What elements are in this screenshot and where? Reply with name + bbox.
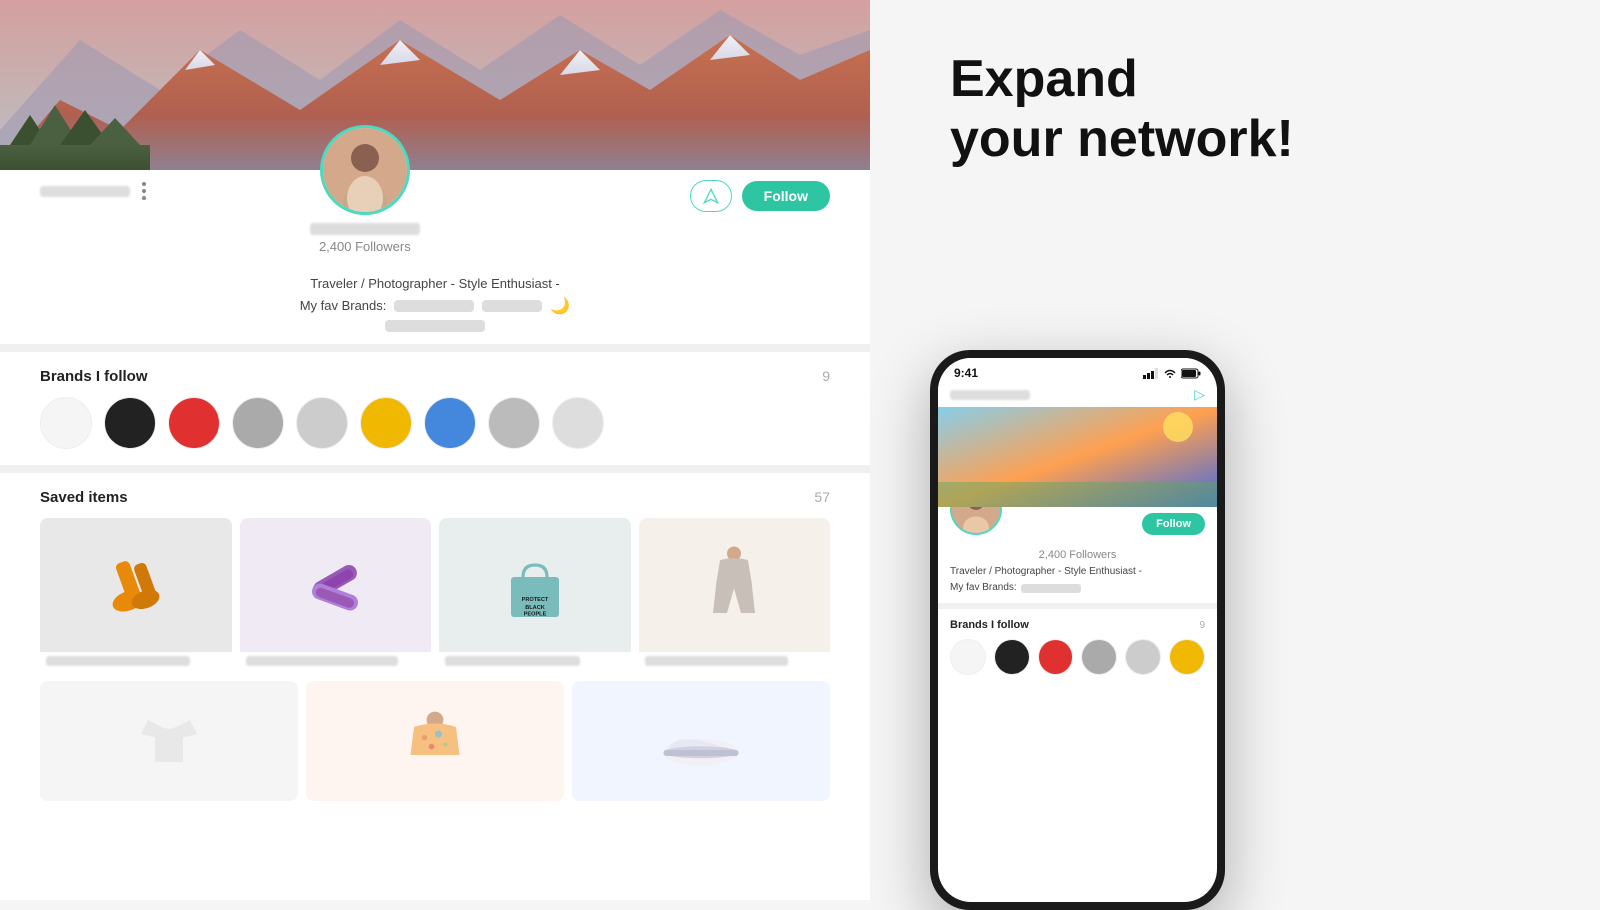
bio-line1: Traveler / Photographer - Style Enthusia… [40,274,830,294]
left-panel: 2,400 Followers Follow Traveler / Photog… [0,0,870,900]
profile-menu-area [40,180,148,202]
saved-item-clips[interactable] [240,518,432,673]
brands-title: Brands I follow [40,368,148,385]
phone-brand-2[interactable] [994,639,1030,675]
bio-brands-line: My fav Brands: 🌙 [40,296,830,316]
brands-count: 9 [822,368,830,384]
bio-brands-label: My fav Brands: [300,296,387,316]
phone-time: 9:41 [954,366,978,380]
saved-item-label-clips [240,652,432,673]
section-divider-1 [0,344,870,352]
brand-circle-7[interactable] [424,397,476,449]
phone-send-icon[interactable]: ▷ [1194,386,1205,403]
more-options-button[interactable] [140,180,148,202]
phone-status-bar: 9:41 [938,358,1217,384]
saved-count: 57 [814,489,830,505]
phone-bio: Traveler / Photographer - Style Enthusia… [938,565,1217,603]
cover-photo [0,0,870,170]
follow-button[interactable]: Follow [742,181,830,211]
phone-screen: 9:41 [938,358,1217,902]
phone-brands-area: Brands I follow 9 [938,609,1217,685]
brand-circle-3[interactable] [168,397,220,449]
section-divider-2 [0,465,870,473]
phone-brand-5[interactable] [1125,639,1161,675]
saved-item-sneakers[interactable] [572,681,830,801]
brand-circle-6[interactable] [360,397,412,449]
headline-line2: your network! [950,110,1294,168]
profile-section: 2,400 Followers Follow [0,170,870,270]
svg-text:BLACK: BLACK [525,605,545,611]
saved-grid-row1: PROTECT BLACK PEOPLE [40,518,830,673]
brand-circle-2[interactable] [104,397,156,449]
phone-followers: 2,400 Followers [938,549,1217,565]
phone-brand-3[interactable] [1038,639,1074,675]
phone-bio-line1: Traveler / Photographer - Style Enthusia… [950,565,1205,579]
svg-text:PEOPLE: PEOPLE [523,611,546,617]
saved-section: Saved items 57 [0,473,870,901]
phone-status-icons [1143,368,1201,379]
phone-profile-area: Follow [938,507,1217,549]
brands-section: Brands I follow 9 [0,352,870,465]
right-panel: Expand your network! 9:41 [870,0,1600,900]
brand-circle-4[interactable] [232,397,284,449]
saved-item-label-bag [439,652,631,673]
bio-section: Traveler / Photographer - Style Enthusia… [0,270,870,344]
phone-brands-title: Brands I follow [950,619,1029,631]
brand-circle-1[interactable] [40,397,92,449]
phone-brand-circles [950,639,1205,675]
phone-mockup: 9:41 [930,350,1225,910]
navigate-button[interactable] [690,180,732,212]
saved-item-hoodie[interactable] [306,681,564,801]
phone-follow-button[interactable]: Follow [1142,513,1205,535]
avatar [320,125,410,215]
brand-circle-8[interactable] [488,397,540,449]
saved-item-tee[interactable] [40,681,298,801]
headline: Expand your network! [950,50,1294,170]
saved-item-socks[interactable] [40,518,232,673]
saved-item-bag[interactable]: PROTECT BLACK PEOPLE [439,518,631,673]
svg-text:PROTECT: PROTECT [521,597,548,603]
saved-title: Saved items [40,489,128,506]
saved-item-label-outfit [639,652,831,673]
phone-brands-count: 9 [1199,620,1205,631]
phone-brand-1[interactable] [950,639,986,675]
phone-outer: 9:41 [930,350,1225,910]
followers-count: 2,400 Followers [319,239,411,254]
phone-brand-6[interactable] [1169,639,1205,675]
saved-item-label-socks [40,652,232,673]
phone-brand-4[interactable] [1081,639,1117,675]
saved-item-outfit[interactable] [639,518,831,673]
phone-cover [938,407,1217,507]
brand-circle-9[interactable] [552,397,604,449]
saved-grid-row2 [40,681,830,801]
profile-actions: Follow [690,170,830,212]
brand-circle-5[interactable] [296,397,348,449]
brand-circles [40,397,830,449]
phone-bio-brands-label: My fav Brands: [950,581,1017,595]
headline-line1: Expand [950,50,1138,108]
